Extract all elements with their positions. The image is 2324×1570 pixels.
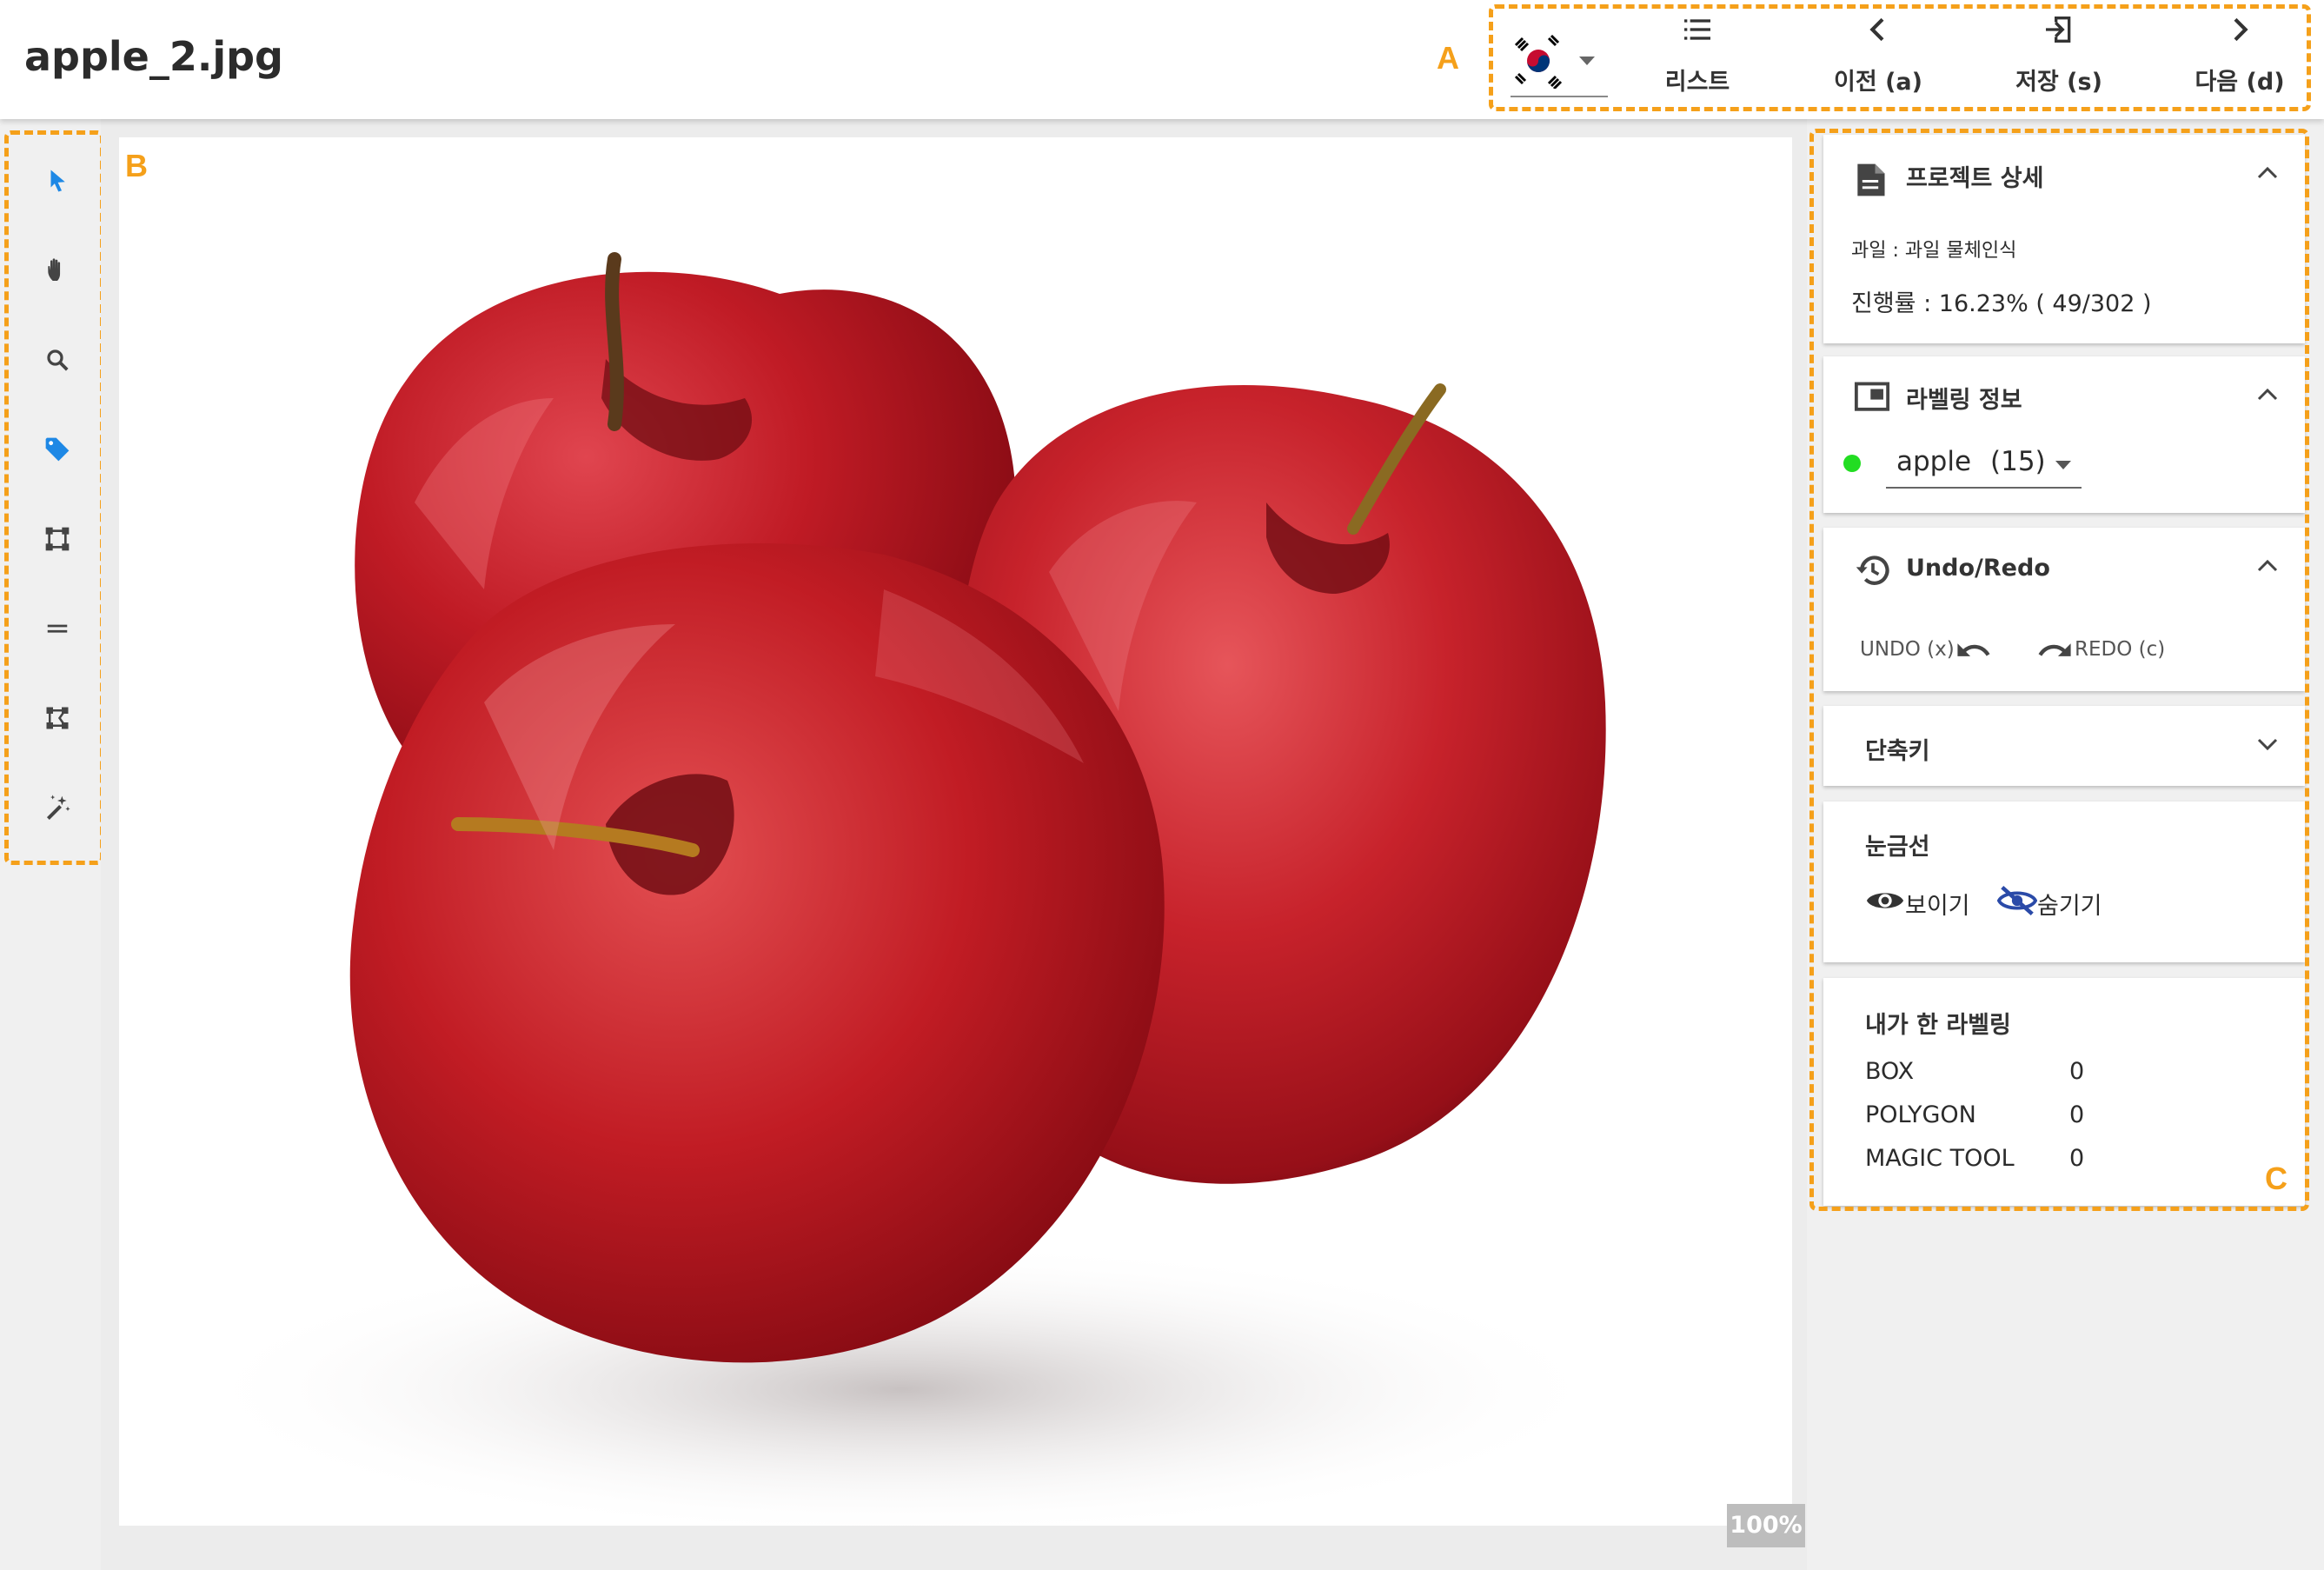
select-cursor-icon — [50, 170, 65, 192]
file-name-title: apple_2.jpg — [24, 33, 283, 80]
class-select[interactable]: apple (15) — [1886, 439, 2082, 489]
tag-tool[interactable] — [39, 431, 76, 468]
project-progress: 진행률 : 16.23% ( 49/302 ) — [1851, 290, 2152, 317]
history-icon — [1856, 555, 1889, 585]
eye-icon — [1866, 893, 1904, 908]
flag-south-korea-icon — [1514, 34, 1563, 89]
apples-image — [189, 252, 1614, 1526]
undo-button[interactable]: UNDO (x) — [1860, 636, 2016, 666]
labeling-info-title: 라벨링 정보 — [1906, 387, 2022, 414]
undo-redo-title: Undo/Redo — [1906, 555, 2050, 582]
hand-pan-icon — [48, 258, 61, 281]
class-name: apple — [1896, 446, 1972, 477]
save-button-label: 저장 (s) — [2015, 69, 2102, 96]
labeling-image[interactable] — [119, 137, 1792, 1526]
chevron-up-icon — [2257, 388, 2278, 401]
prev-button-label: 이전 (a) — [1834, 69, 1922, 96]
project-detail-title: 프로젝트 상세 — [1906, 165, 2044, 192]
prev-button[interactable]: 이전 (a) — [1800, 12, 1956, 103]
dropdown-caret-icon — [2055, 461, 2071, 469]
chevron-right-icon — [2234, 17, 2248, 42]
picture-in-picture-icon — [1854, 382, 1890, 411]
callout-b: B — [125, 148, 148, 183]
line-tool[interactable] — [39, 610, 76, 647]
labeling-info-header[interactable]: 라벨링 정보 — [1823, 356, 2305, 435]
stat-name: POLYGON — [1865, 1101, 1976, 1128]
magic-tool[interactable] — [39, 789, 76, 826]
grid-card: 눈금선 보이기 숨기기 — [1823, 802, 2305, 962]
stat-count: 0 — [2069, 1058, 2085, 1085]
stat-count: 0 — [2069, 1101, 2085, 1128]
box-tool[interactable] — [39, 521, 76, 557]
redo-button[interactable]: REDO (c) — [2036, 636, 2210, 666]
chevron-down-icon — [2257, 738, 2278, 751]
grid-hide-button[interactable]: 숨기기 — [1997, 885, 2128, 920]
next-button[interactable]: 다음 (d) — [2161, 12, 2318, 103]
document-icon — [1857, 163, 1885, 196]
list-button[interactable]: 리스트 — [1619, 12, 1776, 103]
redo-arrow-icon — [2038, 643, 2071, 656]
chevron-up-icon — [2257, 559, 2278, 572]
project-detail-header[interactable]: 프로젝트 상세 — [1823, 135, 2305, 213]
undo-redo-card: Undo/Redo UNDO (x) REDO (c) — [1823, 528, 2305, 691]
tag-label-icon — [45, 437, 70, 462]
shortcuts-title: 단축키 — [1865, 738, 1930, 765]
class-color-dot — [1843, 455, 1861, 472]
class-count: (15) — [1990, 446, 2046, 477]
polygon-icon — [46, 707, 69, 729]
language-select[interactable] — [1511, 26, 1608, 97]
project-detail-card: 프로젝트 상세 과일 : 과일 물체인식 진행률 : 16.23% ( 49/3… — [1823, 135, 2305, 343]
stat-count: 0 — [2069, 1145, 2085, 1172]
magnifier-zoom-icon — [47, 349, 69, 371]
shortcuts-card[interactable]: 단축키 — [1823, 706, 2305, 786]
grid-show-button[interactable]: 보이기 — [1865, 885, 1987, 920]
eye-off-icon — [1997, 885, 2037, 916]
zoom-tool[interactable] — [39, 342, 76, 378]
grid-show-label: 보이기 — [1905, 893, 1970, 920]
grid-hide-label: 숨기기 — [2037, 893, 2102, 920]
dropdown-caret-icon — [1579, 57, 1595, 65]
polygon-tool[interactable] — [39, 700, 76, 736]
callout-c: C — [2265, 1161, 2287, 1196]
bounding-box-icon — [45, 527, 70, 551]
redo-label: REDO (c) — [2075, 638, 2166, 661]
my-labeling-card: 내가 한 라벨링 BOX 0 POLYGON 0 MAGIC TOOL 0 — [1823, 978, 2305, 1206]
chevron-left-icon — [1869, 17, 1884, 42]
pan-tool[interactable] — [39, 252, 76, 289]
magic-wand-icon — [46, 795, 70, 821]
undo-arrow-icon — [1957, 643, 1990, 656]
undo-label: UNDO (x) — [1860, 638, 1955, 661]
stat-name: MAGIC TOOL — [1865, 1145, 2015, 1172]
list-icon — [1684, 19, 1710, 40]
grid-title: 눈금선 — [1865, 834, 1930, 861]
tool-palette — [4, 130, 104, 865]
undo-redo-header[interactable]: Undo/Redo — [1823, 528, 2305, 606]
labeling-info-card: 라벨링 정보 apple (15) — [1823, 356, 2305, 513]
my-labeling-title: 내가 한 라벨링 — [1865, 1012, 2011, 1039]
line-icon — [47, 624, 68, 633]
select-tool[interactable] — [39, 163, 76, 199]
save-button[interactable]: 저장 (s) — [1981, 12, 2137, 103]
list-button-label: 리스트 — [1664, 69, 1730, 96]
chevron-up-icon — [2257, 166, 2278, 179]
project-category: 과일 : 과일 물체인식 — [1851, 240, 2017, 262]
callout-a: A — [1437, 40, 1459, 76]
stat-name: BOX — [1865, 1058, 1915, 1085]
save-enter-icon — [2046, 17, 2071, 43]
zoom-level-badge: 100% — [1727, 1504, 1805, 1547]
next-button-label: 다음 (d) — [2195, 69, 2285, 96]
